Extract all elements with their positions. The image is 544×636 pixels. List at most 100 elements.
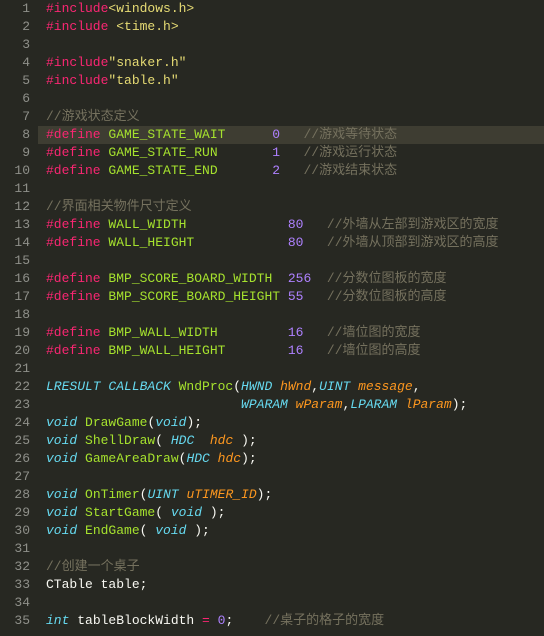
code-editor[interactable]: 1234567891011121314151617181920212223242… [0, 0, 544, 636]
token-preproc: #define [46, 163, 108, 178]
token-preproc: = [202, 613, 210, 628]
token-comment: //界面相关物件尺寸定义 [46, 199, 192, 214]
code-line[interactable]: #define BMP_SCORE_BOARD_WIDTH 256 //分数位图… [46, 270, 544, 288]
token-punc: ); [186, 523, 209, 538]
line-number: 11 [4, 180, 30, 198]
code-line[interactable] [46, 252, 544, 270]
token-macro: GAME_STATE_RUN [108, 145, 217, 160]
token-punc: ( [233, 379, 241, 394]
token-type: void [46, 505, 85, 520]
token-type: LPARAM [350, 397, 405, 412]
code-line[interactable]: #include"snaker.h" [46, 54, 544, 72]
line-number: 10 [4, 162, 30, 180]
code-line[interactable]: int tableBlockWidth = 0; //桌子的格子的宽度 [46, 612, 544, 630]
line-number: 33 [4, 576, 30, 594]
line-number: 32 [4, 558, 30, 576]
code-line[interactable]: void ShellDraw( HDC hdc ); [46, 432, 544, 450]
token-func: WndProc [179, 379, 234, 394]
code-line[interactable]: CTable table; [46, 576, 544, 594]
token-string: "snaker.h" [108, 55, 186, 70]
line-number: 16 [4, 270, 30, 288]
token-type: HDC [186, 451, 217, 466]
line-number: 21 [4, 360, 30, 378]
code-line[interactable]: void EndGame( void ); [46, 522, 544, 540]
code-line[interactable]: void GameAreaDraw(HDC hdc); [46, 450, 544, 468]
code-line[interactable] [46, 360, 544, 378]
token-preproc: #define [46, 127, 108, 142]
token-type: void [46, 415, 85, 430]
token-ident: CTable table; [46, 577, 147, 592]
line-number: 5 [4, 72, 30, 90]
token-ident [303, 235, 326, 250]
code-line[interactable]: LRESULT CALLBACK WndProc(HWND hWnd,UINT … [46, 378, 544, 396]
token-punc: ( [140, 523, 156, 538]
code-line[interactable] [46, 90, 544, 108]
token-comment: //创建一个桌子 [46, 559, 140, 574]
token-comment: //游戏状态定义 [46, 109, 140, 124]
token-comment: //分数位图板的宽度 [327, 271, 447, 286]
token-ident [303, 217, 326, 232]
token-param: hdc [202, 433, 241, 448]
code-line[interactable]: void DrawGame(void); [46, 414, 544, 432]
line-number: 7 [4, 108, 30, 126]
code-line[interactable]: #define BMP_WALL_WIDTH 16 //墙位图的宽度 [46, 324, 544, 342]
code-line[interactable]: #define WALL_HEIGHT 80 //外墙从顶部到游戏区的高度 [46, 234, 544, 252]
code-line[interactable]: void StartGame( void ); [46, 504, 544, 522]
code-line[interactable] [46, 594, 544, 612]
code-line[interactable] [46, 36, 544, 54]
token-type: void [155, 523, 186, 538]
token-comment: //墙位图的宽度 [327, 325, 421, 340]
token-func: OnTimer [85, 487, 140, 502]
token-ident [303, 325, 326, 340]
code-line[interactable]: #define GAME_STATE_RUN 1 //游戏运行状态 [46, 144, 544, 162]
line-number: 25 [4, 432, 30, 450]
code-line[interactable] [46, 468, 544, 486]
code-line[interactable]: #define BMP_WALL_HEIGHT 16 //墙位图的高度 [46, 342, 544, 360]
token-macro: BMP_SCORE_BOARD_WIDTH [108, 271, 272, 286]
line-number: 30 [4, 522, 30, 540]
code-line[interactable]: //界面相关物件尺寸定义 [46, 198, 544, 216]
line-number: 31 [4, 540, 30, 558]
code-line[interactable] [46, 306, 544, 324]
token-func: ShellDraw [85, 433, 155, 448]
code-line[interactable]: //游戏状态定义 [46, 108, 544, 126]
token-type: void [155, 415, 186, 430]
code-line[interactable]: #include<windows.h> [46, 0, 544, 18]
token-comment: //分数位图板的高度 [327, 289, 447, 304]
code-line[interactable]: WPARAM wParam,LPARAM lParam); [46, 396, 544, 414]
code-line[interactable] [46, 540, 544, 558]
code-line[interactable]: #define BMP_SCORE_BOARD_HEIGHT 55 //分数位图… [46, 288, 544, 306]
token-ident [311, 271, 327, 286]
code-line[interactable]: #include"table.h" [46, 72, 544, 90]
token-punc: ); [452, 397, 468, 412]
code-line[interactable] [46, 180, 544, 198]
code-line[interactable]: #define WALL_WIDTH 80 //外墙从左部到游戏区的宽度 [46, 216, 544, 234]
token-ident [280, 289, 288, 304]
token-macro: WALL_WIDTH [108, 217, 186, 232]
token-punc: ( [155, 505, 171, 520]
token-ident [303, 343, 326, 358]
line-number: 15 [4, 252, 30, 270]
code-line[interactable]: void OnTimer(UINT uTIMER_ID); [46, 486, 544, 504]
token-func: EndGame [85, 523, 140, 538]
line-number: 26 [4, 450, 30, 468]
token-ident: tableBlockWidth [77, 613, 202, 628]
line-number: 34 [4, 594, 30, 612]
token-preproc: #define [46, 145, 108, 160]
token-param: uTIMER_ID [186, 487, 256, 502]
code-line[interactable]: #define GAME_STATE_WAIT 0 //游戏等待状态 [38, 126, 544, 144]
line-number: 3 [4, 36, 30, 54]
token-ident [225, 127, 272, 142]
code-area[interactable]: #include<windows.h>#include <time.h>#inc… [38, 0, 544, 636]
token-preproc: #include [46, 19, 116, 34]
token-type: HWND [241, 379, 280, 394]
token-number: 2 [272, 163, 280, 178]
line-number: 17 [4, 288, 30, 306]
token-ident [218, 163, 273, 178]
code-line[interactable]: #include <time.h> [46, 18, 544, 36]
token-ident [272, 271, 288, 286]
token-string: "table.h" [108, 73, 178, 88]
code-line[interactable]: //创建一个桌子 [46, 558, 544, 576]
code-line[interactable]: #define GAME_STATE_END 2 //游戏结束状态 [46, 162, 544, 180]
line-number: 4 [4, 54, 30, 72]
